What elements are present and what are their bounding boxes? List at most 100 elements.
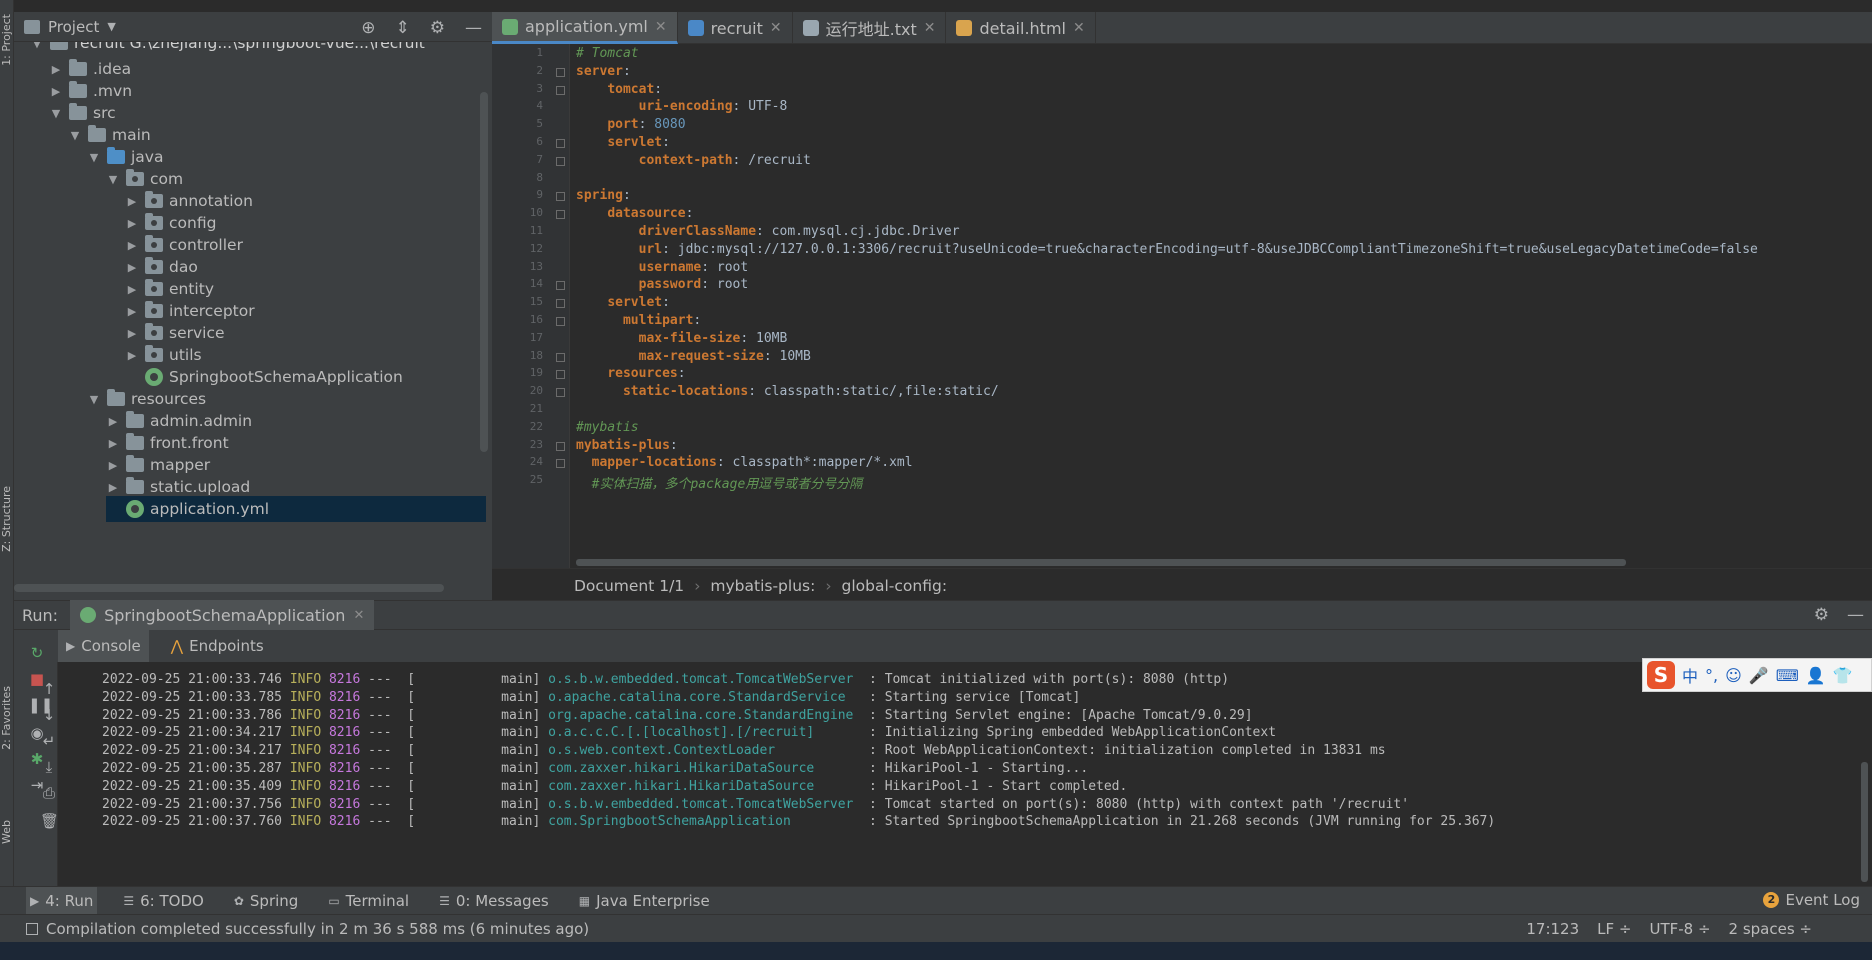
shirt-icon[interactable]: 👕 [1833,666,1853,685]
tree-horizontal-scrollbar[interactable] [14,584,444,592]
editor-tab[interactable]: recruit ✕ [678,12,793,44]
status-message[interactable]: Compilation completed successfully in 2 … [46,920,589,938]
code-line[interactable]: servlet: [576,135,670,150]
log-line[interactable]: 2022-09-25 21:00:37.760 INFO 8216 --- [ … [102,814,1495,829]
fold-marker-icon[interactable] [556,210,565,220]
fold-marker-icon[interactable] [556,299,565,309]
chevron-right-icon[interactable]: ▶ [125,327,139,340]
code-line[interactable]: datasource: [576,206,693,221]
code-line[interactable]: driverClassName: com.mysql.cj.jdbc.Drive… [576,224,960,239]
code-line[interactable]: mapper-locations: classpath*:mapper/*.xm… [576,455,913,470]
code-line[interactable]: context-path: /recruit [576,153,811,168]
chevron-down-icon[interactable]: ▼ [106,173,120,186]
breadcrumb-item[interactable]: Document 1/1 [574,577,684,595]
trash-icon[interactable]: 🗑 [40,812,59,830]
line-separator[interactable]: LF ÷ [1597,920,1631,938]
user-icon[interactable]: 👤 [1806,666,1826,685]
code-line[interactable]: username: root [576,260,749,275]
log-line[interactable]: 2022-09-25 21:00:35.409 INFO 8216 --- [ … [102,779,1127,794]
minimize-icon[interactable]: — [1847,605,1864,625]
code-line[interactable]: multipart: [576,313,701,328]
chevron-down-icon[interactable]: ▼ [87,151,101,164]
gear-icon[interactable]: ⚙ [1814,605,1829,625]
fold-marker-icon[interactable] [556,459,565,469]
chevron-right-icon[interactable]: ▶ [106,437,120,450]
fold-marker-icon[interactable] [556,370,565,380]
log-line[interactable]: 2022-09-25 21:00:34.217 INFO 8216 --- [ … [102,725,1276,740]
fold-marker-icon[interactable] [556,388,565,398]
code-line[interactable]: server: [576,64,631,79]
code-line[interactable]: tomcat: [576,82,662,97]
soft-wrap-icon[interactable]: ↵ [40,732,58,750]
collapse-all-icon[interactable]: ⇕ [396,18,410,38]
fold-marker-icon[interactable] [556,441,565,451]
gear-icon[interactable]: ⚙ [430,18,445,38]
chevron-down-icon[interactable]: ▼ [49,107,63,120]
code-line[interactable]: static-locations: classpath:static/,file… [576,384,999,399]
editor-tab[interactable]: detail.html ✕ [946,12,1096,44]
close-icon[interactable]: ✕ [770,20,782,36]
log-line[interactable]: 2022-09-25 21:00:33.786 INFO 8216 --- [ … [102,708,1253,723]
console-vertical-scrollbar[interactable] [1861,762,1868,882]
chevron-right-icon[interactable]: ▶ [125,261,139,274]
keyboard-icon[interactable]: ⌨ [1776,666,1799,685]
tree-vertical-scrollbar[interactable] [480,92,488,452]
chevron-right-icon[interactable]: ▶ [106,415,120,428]
print-icon[interactable]: ⎙ [40,784,58,802]
code-line[interactable]: max-file-size: 10MB [576,331,788,346]
event-log-button[interactable]: 2 Event Log [1763,891,1860,909]
log-line[interactable]: 2022-09-25 21:00:34.217 INFO 8216 --- [ … [102,743,1386,758]
editor-tab[interactable]: 运行地址.txt ✕ [793,12,947,44]
chevron-right-icon[interactable]: ▶ [125,349,139,362]
code-line[interactable]: resources: [576,366,685,381]
fold-marker-icon[interactable] [556,139,565,148]
chevron-right-icon[interactable]: ▶ [125,217,139,230]
tab-console[interactable]: ▶ Console [58,630,149,662]
code-line[interactable]: password: root [576,277,749,292]
code-line[interactable]: mybatis-plus: [576,438,678,453]
project-panel-title[interactable]: Project [48,18,99,36]
close-icon[interactable]: ✕ [924,20,936,36]
project-tree[interactable]: ▼ recruit G:\zhejiang...\springboot-vue.… [14,42,492,598]
fold-marker-icon[interactable] [556,317,565,326]
code-line[interactable]: port: 8080 [576,117,685,132]
chevron-right-icon[interactable]: ▶ [125,195,139,208]
code-line[interactable]: # Tomcat [576,46,639,61]
scroll-up-icon[interactable]: ↑ [40,680,58,698]
tree-item[interactable]: application.yml [106,496,486,522]
chevron-right-icon[interactable]: ▶ [125,239,139,252]
fold-marker-icon[interactable] [556,281,565,291]
fold-marker-icon[interactable] [556,156,565,166]
smiley-icon[interactable]: ☺ [1725,666,1742,685]
minimize-icon[interactable]: — [465,18,482,38]
favorites-tool-button[interactable]: 2: Favorites [0,686,14,750]
log-line[interactable]: 2022-09-25 21:00:35.287 INFO 8216 --- [ … [102,761,1088,776]
chevron-down-icon[interactable]: ▼ [68,129,82,142]
indent-setting[interactable]: 2 spaces ÷ [1729,920,1812,938]
run-config-tab[interactable]: SpringbootSchemaApplication ✕ [70,600,375,630]
close-icon[interactable]: ✕ [1073,20,1085,36]
chevron-right-icon[interactable]: ▶ [125,305,139,318]
code-line[interactable]: #实体扫描，多个package用逗号或者分号分隔 [576,473,863,492]
project-tool-button[interactable]: 1: Project [0,14,14,66]
caret-position[interactable]: 17:123 [1526,920,1579,938]
chevron-down-icon[interactable]: ▼ [107,20,115,33]
console-output[interactable]: 2022-09-25 21:00:33.746 INFO 8216 --- [ … [58,662,1872,886]
editor-tab[interactable]: application.yml ✕ [492,12,678,44]
ime-punctuation[interactable]: °, [1705,666,1718,685]
structure-tool-button[interactable]: Z: Structure [0,486,14,552]
fold-marker-icon[interactable] [556,352,565,362]
code-line[interactable]: #mybatis [576,420,639,435]
code-editor[interactable]: 1 2 3 4 5 6 7 8 9 10 11 12 13 14 15 16 17 18 19 20 21 22 23 24 2… [492,44,1872,568]
close-icon[interactable]: ✕ [655,19,667,35]
scroll-to-end-icon[interactable]: ⤓ [40,758,58,776]
chevron-down-icon[interactable]: ▼ [87,393,101,406]
fold-marker-icon[interactable] [556,192,565,202]
chevron-right-icon[interactable]: ▶ [125,283,139,296]
code-line[interactable]: spring: [576,188,631,203]
bottom-tab[interactable]: ▦ Java Enterprise [575,887,714,915]
bottom-tab[interactable]: ✿ Spring [230,887,302,915]
rerun-icon[interactable]: ↻ [28,644,46,662]
chevron-right-icon[interactable]: ▶ [106,459,120,472]
code-line[interactable]: uri-encoding: UTF-8 [576,99,788,114]
